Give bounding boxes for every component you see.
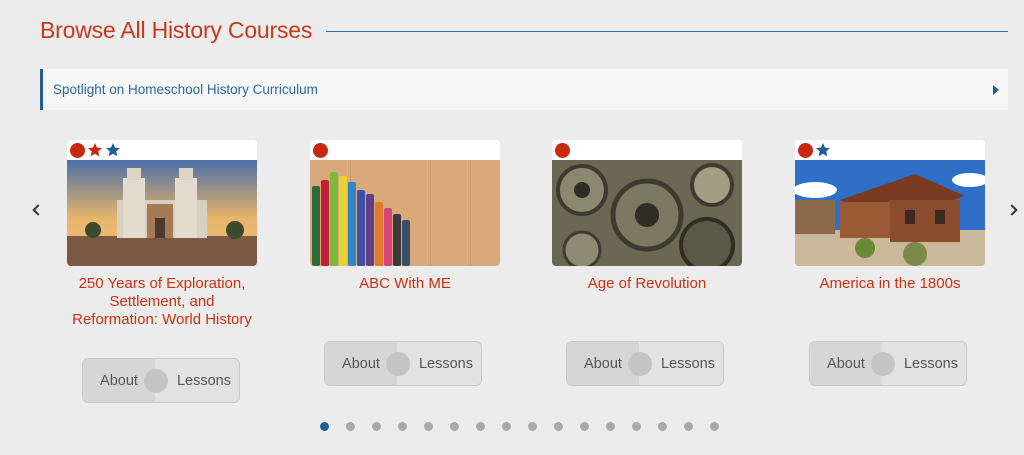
pagination-dot[interactable]	[346, 422, 355, 431]
red-dot-icon	[798, 142, 813, 158]
pagination-dot[interactable]	[320, 422, 329, 431]
toggle-knob[interactable]	[628, 352, 652, 376]
course-thumbnail[interactable]	[552, 140, 742, 266]
crayons-image	[310, 160, 500, 266]
course-card: America in the 1800s	[795, 140, 985, 293]
gears-image	[552, 160, 742, 266]
toggle-knob[interactable]	[144, 369, 168, 393]
red-dot-icon	[313, 142, 328, 158]
pagination-dot[interactable]	[424, 422, 433, 431]
course-title[interactable]: ABC With ME	[310, 275, 500, 293]
carousel-prev-button[interactable]	[29, 200, 44, 220]
pagination-dot[interactable]	[632, 422, 641, 431]
blue-star-icon	[816, 143, 830, 157]
course-toggle: About Lessons	[566, 341, 724, 386]
course-badges	[310, 140, 500, 160]
spotlight-banner[interactable]: Spotlight on Homeschool History Curricul…	[40, 69, 1008, 110]
pagination-dot[interactable]	[476, 422, 485, 431]
course-thumbnail[interactable]	[310, 140, 500, 266]
pagination-dot[interactable]	[554, 422, 563, 431]
course-title[interactable]: 250 Years of Exploration, Settlement, an…	[67, 275, 257, 329]
chevron-right-icon	[1005, 204, 1018, 216]
chevron-left-icon	[31, 204, 44, 216]
course-toggle: About Lessons	[809, 341, 967, 386]
pagination-dot[interactable]	[580, 422, 589, 431]
pagination-dot[interactable]	[658, 422, 667, 431]
pagination-dot[interactable]	[606, 422, 615, 431]
mission-church-image	[67, 160, 257, 266]
course-card: 250 Years of Exploration, Settlement, an…	[67, 140, 257, 329]
course-badges	[795, 140, 985, 160]
pagination-dot[interactable]	[710, 422, 719, 431]
toggle-knob[interactable]	[871, 352, 895, 376]
carousel-pagination	[320, 422, 719, 431]
section-header: Browse All History Courses	[40, 14, 1008, 46]
pagination-dot[interactable]	[528, 422, 537, 431]
course-badges	[552, 140, 742, 160]
red-star-icon	[88, 143, 102, 157]
course-card: Age of Revolution	[552, 140, 742, 293]
course-toggle: About Lessons	[324, 341, 482, 386]
caret-right-icon	[993, 84, 999, 95]
pagination-dot[interactable]	[502, 422, 511, 431]
course-title[interactable]: America in the 1800s	[795, 275, 985, 293]
header-divider	[326, 30, 1008, 32]
page-title: Browse All History Courses	[40, 16, 313, 43]
toggle-knob[interactable]	[386, 352, 410, 376]
old-house-image	[795, 160, 985, 266]
red-dot-icon	[70, 142, 85, 158]
carousel-next-button[interactable]	[1005, 200, 1020, 220]
course-title[interactable]: Age of Revolution	[552, 275, 742, 293]
course-thumbnail[interactable]	[67, 140, 257, 266]
red-dot-icon	[555, 142, 570, 158]
pagination-dot[interactable]	[684, 422, 693, 431]
course-badges	[67, 140, 257, 160]
history-courses-section: Browse All History Courses Spotlight on …	[0, 0, 1024, 455]
course-thumbnail[interactable]	[795, 140, 985, 266]
pagination-dot[interactable]	[398, 422, 407, 431]
pagination-dot[interactable]	[372, 422, 381, 431]
course-toggle: About Lessons	[82, 358, 240, 403]
spotlight-label: Spotlight on Homeschool History Curricul…	[53, 82, 318, 97]
pagination-dot[interactable]	[450, 422, 459, 431]
blue-star-icon	[106, 143, 120, 157]
course-card: ABC With ME	[310, 140, 500, 293]
